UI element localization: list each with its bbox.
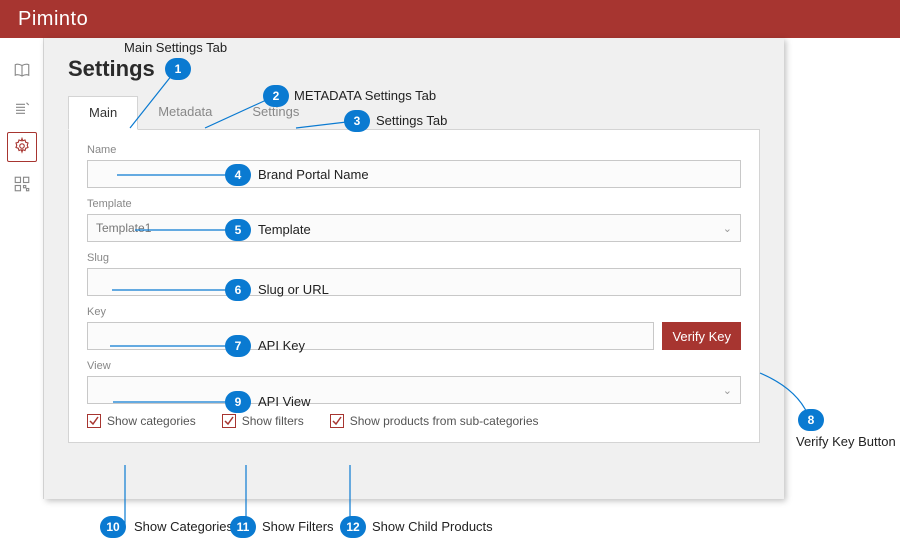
template-value: Template1 xyxy=(96,221,151,235)
sidebar-item-pages[interactable] xyxy=(7,94,37,124)
slug-input[interactable] xyxy=(87,268,741,296)
chk-label-filters: Show filters xyxy=(242,414,304,428)
callout-10-text: Show Categories xyxy=(134,519,233,534)
tab-main[interactable]: Main xyxy=(68,96,138,130)
sidebar-item-qr[interactable] xyxy=(7,170,37,200)
view-select[interactable]: ⌄ xyxy=(87,376,741,404)
callout-11: 11 xyxy=(230,516,256,538)
page-title: Settings xyxy=(68,56,760,82)
sidebar-item-settings[interactable] xyxy=(7,132,37,162)
checkbox-show-categories[interactable]: Show categories xyxy=(87,414,196,428)
label-template: Template xyxy=(87,198,741,210)
verify-key-button[interactable]: Verify Key xyxy=(662,322,741,350)
app-logo: Piminto xyxy=(18,8,88,31)
callout-8: 8 xyxy=(798,409,824,431)
tab-settings[interactable]: Settings xyxy=(232,96,319,129)
label-slug: Slug xyxy=(87,252,741,264)
name-input[interactable] xyxy=(87,160,741,188)
app-header: Piminto xyxy=(0,0,900,38)
label-view: View xyxy=(87,360,741,372)
chevron-down-icon: ⌄ xyxy=(723,222,732,235)
chk-label-subproducts: Show products from sub-categories xyxy=(350,414,539,428)
template-select[interactable]: Template1 ⌄ xyxy=(87,214,741,242)
chk-label-categories: Show categories xyxy=(107,414,196,428)
chevron-down-icon: ⌄ xyxy=(723,384,732,397)
label-name: Name xyxy=(87,144,741,156)
key-input[interactable] xyxy=(87,322,654,350)
pages-icon xyxy=(13,99,31,120)
settings-page: Settings Main Metadata Settings Name Tem… xyxy=(44,38,784,499)
callout-12-text: Show Child Products xyxy=(372,519,493,534)
checkbox-show-filters[interactable]: Show filters xyxy=(222,414,304,428)
tab-metadata[interactable]: Metadata xyxy=(138,96,232,129)
main-panel: Name Template Template1 ⌄ Slug Key Verif… xyxy=(68,130,760,443)
sidebar-item-book[interactable] xyxy=(7,56,37,86)
callout-10: 10 xyxy=(100,516,126,538)
callout-12: 12 xyxy=(340,516,366,538)
book-icon xyxy=(13,61,31,82)
checkbox-show-subproducts[interactable]: Show products from sub-categories xyxy=(330,414,539,428)
qr-icon xyxy=(13,175,31,196)
callout-8-text: Verify Key Button xyxy=(796,434,896,449)
tabbar: Main Metadata Settings xyxy=(68,96,760,130)
gear-icon xyxy=(13,137,31,158)
sidebar xyxy=(0,38,44,499)
callout-11-text: Show Filters xyxy=(262,519,334,534)
label-key: Key xyxy=(87,306,741,318)
